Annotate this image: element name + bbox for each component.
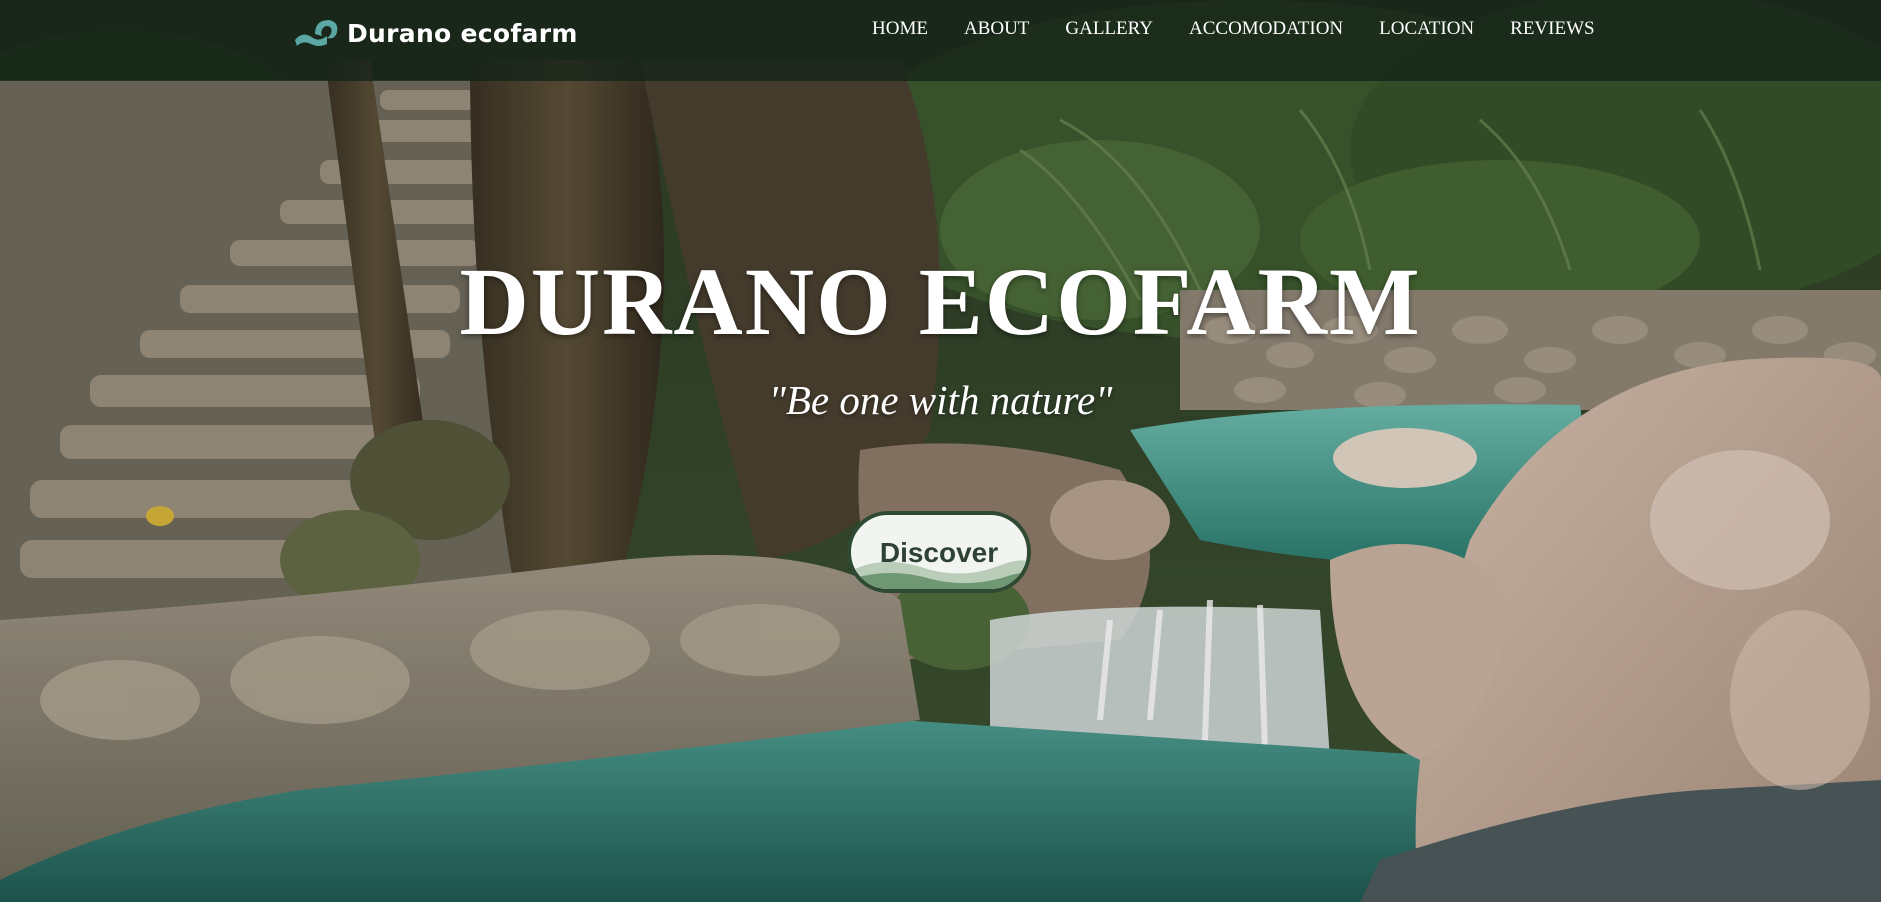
main-nav: HOME ABOUT GALLERY ACCOMODATION LOCATION…: [872, 18, 1631, 40]
brand-home-link[interactable]: Durano ecofarm: [293, 16, 578, 50]
discover-button[interactable]: Discover: [847, 511, 1031, 593]
nav-about[interactable]: ABOUT: [964, 18, 1029, 40]
brand-name: Durano ecofarm: [347, 18, 578, 48]
nav-location[interactable]: LOCATION: [1379, 18, 1474, 40]
wave-icon: [295, 20, 338, 46]
nav-home[interactable]: HOME: [872, 18, 928, 40]
hero-title: DURANO ECOFARM: [459, 248, 1422, 355]
discover-button-label: Discover: [879, 537, 999, 568]
top-navbar: Durano ecofarm HOME ABOUT GALLERY ACCOMO…: [0, 0, 1881, 81]
hero-background-image: [0, 0, 1881, 902]
hero-tagline: "Be one with nature": [768, 377, 1113, 423]
nav-reviews[interactable]: REVIEWS: [1510, 18, 1594, 40]
nav-gallery[interactable]: GALLERY: [1065, 18, 1153, 40]
nav-accomodation[interactable]: ACCOMODATION: [1189, 18, 1343, 40]
